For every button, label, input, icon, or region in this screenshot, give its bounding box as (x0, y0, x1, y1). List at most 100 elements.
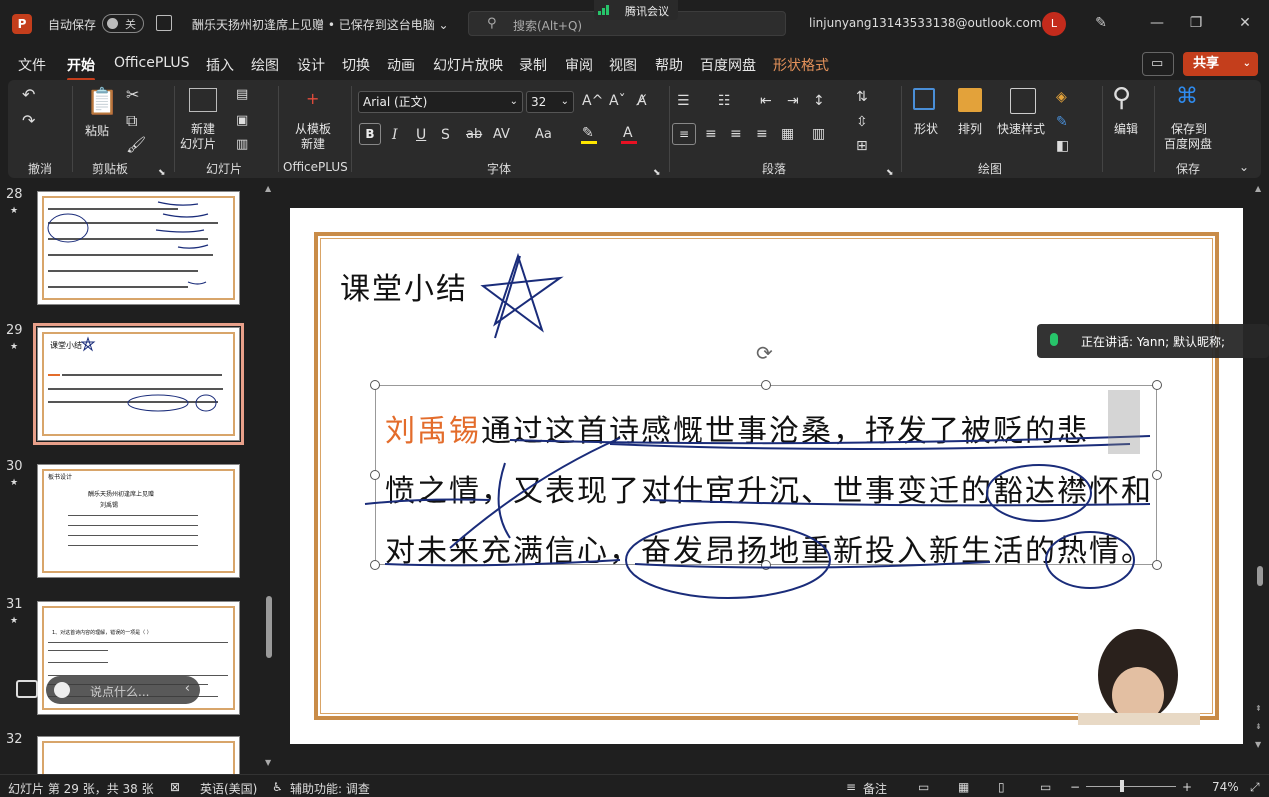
justify-icon[interactable]: ≡ (756, 125, 768, 143)
resize-handle[interactable] (761, 380, 771, 390)
paste-icon[interactable]: 📋 (86, 88, 118, 116)
font-size-select[interactable]: 32 ⌄ (526, 91, 574, 113)
shape-effects-icon[interactable]: ◧ (1056, 137, 1069, 155)
scroll-down-icon[interactable]: ▼ (1255, 740, 1261, 749)
highlight-icon[interactable]: ✎ (582, 124, 594, 142)
new-slide-icon[interactable] (189, 88, 217, 112)
section-icon[interactable]: ▥ (236, 136, 248, 154)
clear-format-icon[interactable]: A̸ (637, 92, 647, 110)
align-center-icon[interactable]: ≡ (705, 125, 717, 143)
cut-icon[interactable]: ✂ (126, 86, 139, 104)
quick-styles-icon[interactable] (1010, 88, 1036, 114)
strikethrough-icon[interactable]: ab (466, 126, 482, 144)
tab-file[interactable]: 文件 (18, 55, 46, 75)
font-name-select[interactable]: Arial (正文) ⌄ (358, 91, 523, 113)
document-title[interactable]: 酬乐天扬州初逢席上见赠 • 已保存到这台电脑 ⌄ (192, 16, 449, 33)
body-text-line-1[interactable]: 刘禹锡通过这首诗感慨世事沧桑，抒发了被贬的悲 (385, 406, 1089, 450)
zoom-out-icon[interactable]: − (1070, 780, 1080, 794)
bullets-icon[interactable]: ☰ (677, 92, 690, 110)
save-icon[interactable] (156, 15, 172, 31)
line-spacing-icon[interactable]: ↕ (813, 92, 825, 110)
change-case-icon[interactable]: Aa (535, 126, 552, 144)
paste-button[interactable]: 粘贴 (85, 122, 109, 139)
restore-icon[interactable]: ❐ (1187, 14, 1205, 32)
shadow-icon[interactable]: S (441, 126, 450, 144)
comments-button[interactable]: ▭ (1142, 52, 1174, 76)
text-direction-icon[interactable]: ⇅ (856, 88, 868, 106)
reading-view-icon[interactable]: ▯ (998, 780, 1005, 794)
edit-button[interactable]: 编辑 (1114, 120, 1138, 137)
rotate-handle-icon[interactable]: ⟳ (756, 341, 773, 365)
share-button[interactable]: 共享 ⌄ (1183, 52, 1258, 76)
shape-fill-icon[interactable]: ◈ (1056, 88, 1067, 106)
zoom-in-icon[interactable]: + (1182, 780, 1192, 794)
resize-handle[interactable] (370, 380, 380, 390)
template-icon[interactable]: + (306, 90, 319, 108)
copy-icon[interactable]: ⧉ (126, 112, 137, 130)
align-text-icon[interactable]: ⇳ (856, 113, 868, 131)
notes-button[interactable]: 备注 (863, 780, 887, 797)
align-right-icon[interactable]: ≡ (730, 125, 742, 143)
slide-thumbnail-29[interactable]: 课堂小结 (33, 323, 244, 445)
italic-icon[interactable]: I (392, 126, 398, 144)
tab-help[interactable]: 帮助 (655, 55, 683, 75)
resize-handle[interactable] (1152, 560, 1162, 570)
close-icon[interactable]: ✕ (1236, 14, 1254, 32)
search-icon[interactable]: ⚲ (1112, 84, 1131, 112)
canvas-scrollbar[interactable]: ▲ ⇞ ⇟ ▼ (1254, 184, 1266, 772)
tab-review[interactable]: 审阅 (565, 55, 593, 75)
scroll-up-icon[interactable]: ▲ (1255, 184, 1261, 193)
tab-insert[interactable]: 插入 (206, 55, 234, 75)
decrease-indent-icon[interactable]: ⇤ (760, 92, 772, 110)
accessibility-icon[interactable]: ♿ (272, 780, 283, 794)
format-painter-icon[interactable]: 🖌 (126, 136, 146, 154)
normal-view-icon[interactable]: ▭ (918, 780, 929, 794)
reset-icon[interactable]: ▣ (236, 112, 248, 130)
scroll-up-icon[interactable]: ▲ (265, 184, 271, 193)
shapes-icon[interactable] (913, 88, 935, 110)
scroll-down-double-icon[interactable]: ⇟ (1255, 722, 1262, 731)
body-text-line-2[interactable]: 愤之情，又表现了对仕宦升沉、世事变迁的豁达襟怀和 (385, 466, 1153, 510)
emoji-icon[interactable] (54, 682, 70, 698)
body-text-line-3[interactable]: 对未来充满信心，奋发昂扬地重新投入新生活的热情。 (385, 526, 1153, 570)
scroll-down-icon[interactable]: ▼ (265, 758, 271, 767)
autosave-toggle[interactable]: 关 (102, 14, 144, 33)
columns-icon[interactable]: ▥ (812, 125, 825, 143)
smartart-icon[interactable]: ⊞ (856, 137, 868, 155)
slide-thumbnail-28[interactable] (37, 191, 240, 305)
resize-handle[interactable] (1152, 380, 1162, 390)
increase-indent-icon[interactable]: ⇥ (787, 92, 799, 110)
tab-officeplus[interactable]: OfficePLUS (114, 55, 190, 71)
fit-to-window-icon[interactable]: ⤢ (1250, 780, 1260, 795)
slide-sorter-icon[interactable]: ▦ (958, 780, 969, 794)
shape-outline-icon[interactable]: ✎ (1056, 113, 1068, 131)
zoom-level[interactable]: 74% (1212, 780, 1239, 794)
notes-icon[interactable]: ≡ (846, 780, 856, 794)
tab-home[interactable]: 开始 (67, 55, 95, 81)
redo-icon[interactable]: ↷ (22, 112, 35, 130)
collapse-ribbon-icon[interactable]: ⌄ (1239, 158, 1249, 176)
tab-animations[interactable]: 动画 (387, 55, 415, 75)
new-slide-label-2[interactable]: 幻灯片 (180, 135, 216, 152)
slide-title[interactable]: 课堂小结 (340, 264, 468, 308)
zoom-slider-thumb[interactable] (1120, 780, 1124, 792)
quick-styles-button[interactable]: 快速样式 (997, 120, 1045, 137)
arrange-icon[interactable] (958, 88, 982, 112)
tab-shape-format[interactable]: 形状格式 (773, 55, 829, 75)
thumbnail-scrollbar[interactable]: ▲ ▼ (265, 184, 273, 768)
char-spacing-icon[interactable]: AV (493, 126, 510, 144)
baidu-netdisk-icon[interactable]: ⌘ (1176, 86, 1198, 108)
scroll-thumb[interactable] (1257, 566, 1263, 586)
spell-check-icon[interactable]: ⊠ (170, 780, 180, 794)
slide-thumbnail-30[interactable]: 板书设计 酬乐天扬州初逢席上见赠 刘禹锡 (37, 464, 240, 578)
bold-button[interactable]: B (359, 123, 381, 145)
tab-slideshow[interactable]: 幻灯片放映 (433, 55, 503, 75)
chevron-left-icon[interactable]: ‹ (185, 681, 190, 696)
grow-font-icon[interactable]: A^ (582, 92, 603, 110)
save-baidu-label-2[interactable]: 百度网盘 (1164, 135, 1212, 152)
font-color-icon[interactable]: A (623, 124, 633, 142)
tab-transitions[interactable]: 切换 (342, 55, 370, 75)
tab-view[interactable]: 视图 (609, 55, 637, 75)
undo-icon[interactable]: ↶ (22, 86, 35, 104)
tab-record[interactable]: 录制 (519, 55, 547, 75)
